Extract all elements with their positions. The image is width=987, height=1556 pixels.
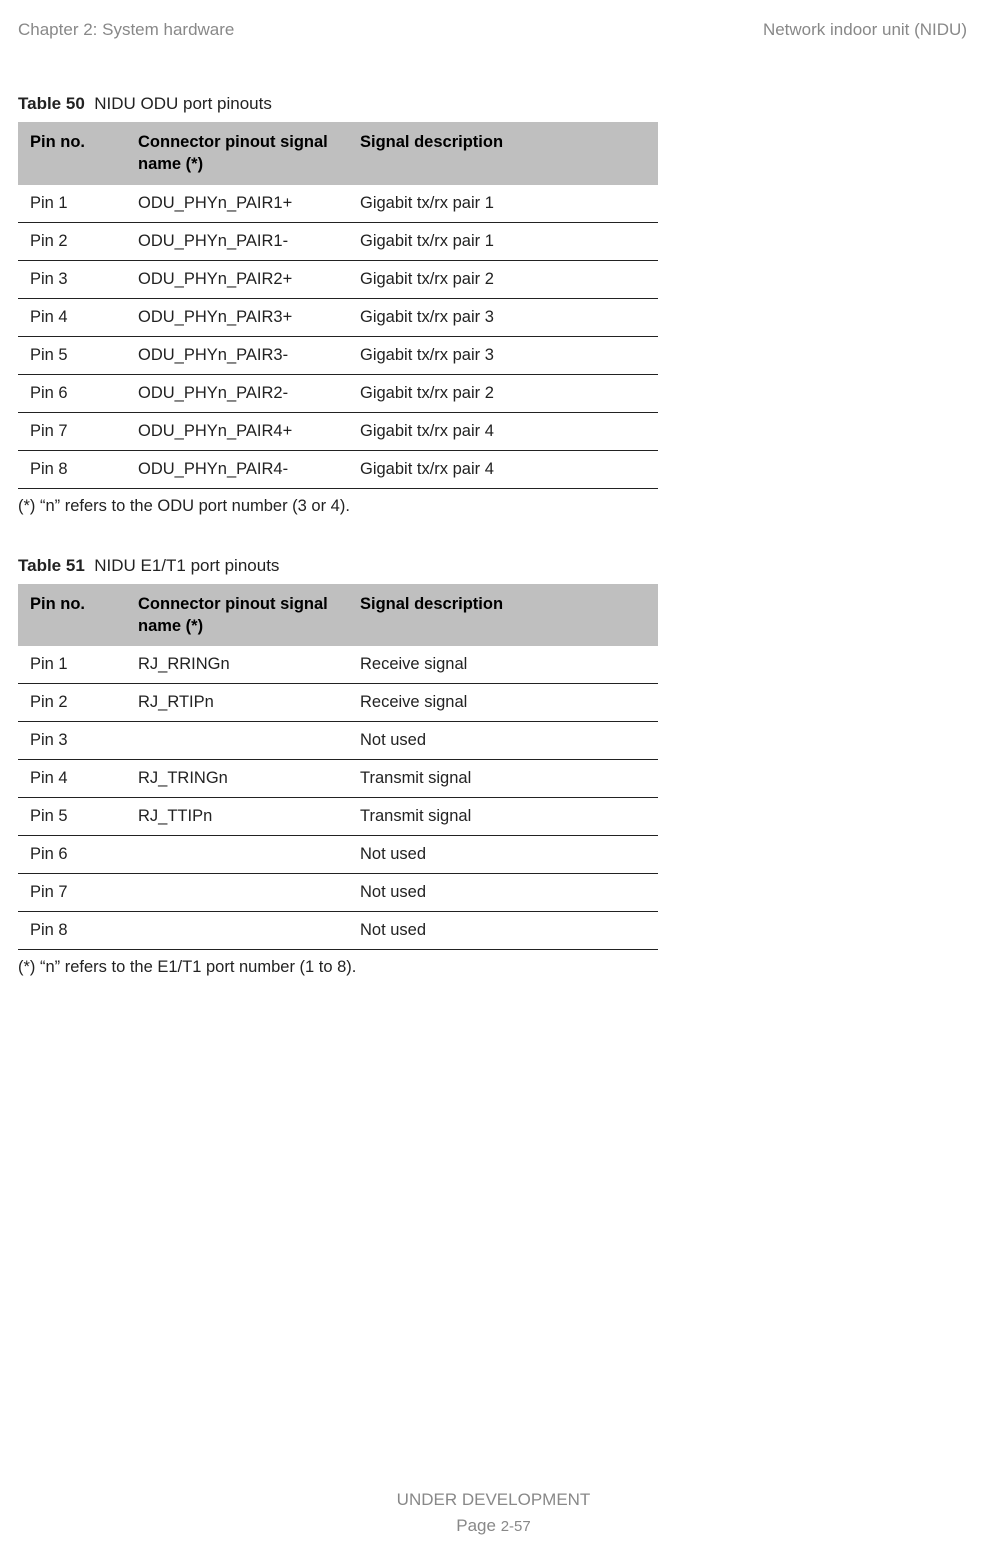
cell-conn: ODU_PHYn_PAIR3+ (126, 298, 348, 336)
table-row: Pin 7ODU_PHYn_PAIR4+Gigabit tx/rx pair 4 (18, 412, 658, 450)
table-row: Pin 8 Not used (18, 912, 658, 950)
cell-conn: ODU_PHYn_PAIR1+ (126, 185, 348, 223)
cell-conn: ODU_PHYn_PAIR2- (126, 374, 348, 412)
cell-sig: Transmit signal (348, 760, 658, 798)
cell-sig: Not used (348, 836, 658, 874)
cell-pin: Pin 6 (18, 836, 126, 874)
cell-conn: ODU_PHYn_PAIR2+ (126, 260, 348, 298)
table-row: Pin 6 Not used (18, 836, 658, 874)
cell-pin: Pin 5 (18, 336, 126, 374)
table-row: Pin 1ODU_PHYn_PAIR1+Gigabit tx/rx pair 1 (18, 185, 658, 223)
table51-caption: Table 51 NIDU E1/T1 port pinouts (18, 556, 967, 576)
cell-pin: Pin 5 (18, 798, 126, 836)
table-row: Pin 3 Not used (18, 722, 658, 760)
cell-sig: Gigabit tx/rx pair 1 (348, 222, 658, 260)
cell-conn: RJ_TRINGn (126, 760, 348, 798)
table-row: Pin 2ODU_PHYn_PAIR1-Gigabit tx/rx pair 1 (18, 222, 658, 260)
table-row: Pin 4RJ_TRINGnTransmit signal (18, 760, 658, 798)
cell-sig: Transmit signal (348, 798, 658, 836)
cell-conn: RJ_TTIPn (126, 798, 348, 836)
cell-conn (126, 722, 348, 760)
cell-conn: RJ_RRINGn (126, 646, 348, 684)
cell-pin: Pin 3 (18, 722, 126, 760)
table51-header-pin: Pin no. (18, 584, 126, 647)
cell-conn: ODU_PHYn_PAIR3- (126, 336, 348, 374)
table50: Pin no. Connector pinout signal name (*)… (18, 122, 658, 489)
cell-sig: Not used (348, 912, 658, 950)
page-header: Chapter 2: System hardware Network indoo… (18, 20, 967, 40)
table51-header-conn: Connector pinout signal name (*) (126, 584, 348, 647)
table50-header-sig: Signal description (348, 122, 658, 185)
cell-conn (126, 836, 348, 874)
cell-pin: Pin 7 (18, 412, 126, 450)
cell-sig: Receive signal (348, 646, 658, 684)
table-row: Pin 8ODU_PHYn_PAIR4-Gigabit tx/rx pair 4 (18, 450, 658, 488)
cell-pin: Pin 6 (18, 374, 126, 412)
cell-pin: Pin 3 (18, 260, 126, 298)
cell-conn: RJ_RTIPn (126, 684, 348, 722)
table50-header-conn: Connector pinout signal name (*) (126, 122, 348, 185)
table-row: Pin 7 Not used (18, 874, 658, 912)
cell-pin: Pin 1 (18, 185, 126, 223)
cell-pin: Pin 8 (18, 450, 126, 488)
cell-sig: Gigabit tx/rx pair 4 (348, 450, 658, 488)
footer-line1: UNDER DEVELOPMENT (0, 1487, 987, 1513)
cell-sig: Gigabit tx/rx pair 2 (348, 260, 658, 298)
cell-pin: Pin 7 (18, 874, 126, 912)
table51-title: NIDU E1/T1 port pinouts (94, 556, 279, 575)
table51-header-sig: Signal description (348, 584, 658, 647)
footer-line2: Page 2-57 (0, 1513, 987, 1539)
cell-sig: Not used (348, 874, 658, 912)
table50-caption: Table 50 NIDU ODU port pinouts (18, 94, 967, 114)
cell-pin: Pin 1 (18, 646, 126, 684)
cell-sig: Not used (348, 722, 658, 760)
footer-page-number: 2-57 (501, 1518, 531, 1535)
cell-conn (126, 874, 348, 912)
cell-conn (126, 912, 348, 950)
footer-line2-prefix: Page (456, 1516, 500, 1535)
table50-title: NIDU ODU port pinouts (94, 94, 272, 113)
cell-conn: ODU_PHYn_PAIR4+ (126, 412, 348, 450)
cell-conn: ODU_PHYn_PAIR4- (126, 450, 348, 488)
table50-footnote: (*) “n” refers to the ODU port number (3… (18, 497, 967, 516)
table-row: Pin 1RJ_RRINGnReceive signal (18, 646, 658, 684)
cell-pin: Pin 2 (18, 222, 126, 260)
table-row: Pin 5RJ_TTIPnTransmit signal (18, 798, 658, 836)
cell-pin: Pin 4 (18, 298, 126, 336)
table-row: Pin 2RJ_RTIPnReceive signal (18, 684, 658, 722)
cell-sig: Gigabit tx/rx pair 4 (348, 412, 658, 450)
table51: Pin no. Connector pinout signal name (*)… (18, 584, 658, 951)
cell-sig: Gigabit tx/rx pair 2 (348, 374, 658, 412)
table-row: Pin 6ODU_PHYn_PAIR2-Gigabit tx/rx pair 2 (18, 374, 658, 412)
cell-pin: Pin 8 (18, 912, 126, 950)
table-row: Pin 4ODU_PHYn_PAIR3+Gigabit tx/rx pair 3 (18, 298, 658, 336)
table50-header-pin: Pin no. (18, 122, 126, 185)
table51-label: Table 51 (18, 556, 85, 575)
cell-sig: Gigabit tx/rx pair 1 (348, 185, 658, 223)
header-left: Chapter 2: System hardware (18, 20, 234, 40)
page-footer: UNDER DEVELOPMENT Page 2-57 (0, 1487, 987, 1538)
header-right: Network indoor unit (NIDU) (763, 20, 967, 40)
table-row: Pin 3ODU_PHYn_PAIR2+Gigabit tx/rx pair 2 (18, 260, 658, 298)
table50-label: Table 50 (18, 94, 85, 113)
cell-conn: ODU_PHYn_PAIR1- (126, 222, 348, 260)
cell-sig: Gigabit tx/rx pair 3 (348, 336, 658, 374)
cell-sig: Receive signal (348, 684, 658, 722)
table-row: Pin 5ODU_PHYn_PAIR3-Gigabit tx/rx pair 3 (18, 336, 658, 374)
cell-sig: Gigabit tx/rx pair 3 (348, 298, 658, 336)
cell-pin: Pin 4 (18, 760, 126, 798)
cell-pin: Pin 2 (18, 684, 126, 722)
table51-footnote: (*) “n” refers to the E1/T1 port number … (18, 958, 967, 977)
